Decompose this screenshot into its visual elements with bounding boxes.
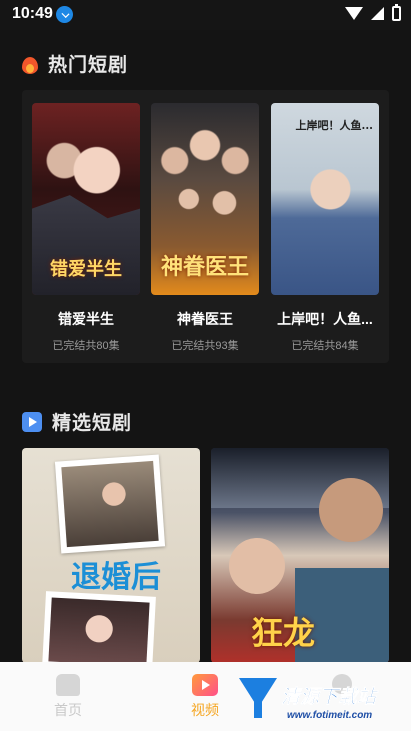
featured-card-kuanglong[interactable]: 狂龙 [211,448,389,663]
video-icon [192,674,218,696]
featured-section-title: 精选短剧 [52,413,133,434]
drama-poster[interactable]: 神眷医王 [151,103,259,295]
site-watermark: 清源下载站 www.fotimeit.com [237,676,387,726]
signal-icon [371,7,384,20]
drama-status: 已完结共80集 [52,340,120,352]
watermark-logo-icon [237,678,279,718]
status-time: 10:49 [12,5,53,22]
drama-status: 已完结共84集 [291,340,359,352]
nav-home-label: 首页 [54,702,82,718]
drama-name: 神眷医王 [177,311,233,327]
featured-section-header: 精选短剧 [22,408,132,435]
hot-section-header: 热门短剧 [22,50,128,77]
poster-title-text: 上岸吧！人鱼... [295,119,374,132]
watermark-text: 清源下载站 [281,687,377,709]
download-notification-icon [56,6,73,23]
drama-status: 已完结共93集 [171,340,239,352]
drama-card-shangan[interactable]: 上岸吧！人鱼... 上岸吧！人鱼... 已完结共84集 [271,103,379,353]
wifi-icon [345,7,363,20]
poster-title-text: 退婚后 [71,560,161,595]
battery-icon [392,4,401,21]
drama-card-cuoai[interactable]: 错爱半生 错爱半生 已完结共80集 [32,103,140,353]
nav-home[interactable]: 首页 [38,674,98,720]
poster-title-text: 狂龙 [251,614,316,652]
hot-dramas-panel: 错爱半生 错爱半生 已完结共80集 神眷医王 神眷医王 已完结共93集 上岸吧！… [22,90,389,363]
nav-video[interactable]: 视频 [175,674,235,720]
fire-icon [22,54,38,74]
watermark-url: www.fotimeit.com [287,710,373,721]
nav-video-label: 视频 [191,702,219,718]
drama-name: 上岸吧！人鱼... [277,311,373,327]
drama-name: 错爱半生 [58,311,114,327]
featured-card-tuihun[interactable]: 退婚后 [22,448,200,663]
poster-title-text: 神眷医王 [160,254,249,280]
hot-section-title: 热门短剧 [48,55,129,76]
home-icon [56,674,80,696]
poster-title-text: 错爱半生 [50,259,122,280]
drama-poster[interactable]: 错爱半生 [32,103,140,295]
poster-photo-frame [54,454,166,554]
status-icons [345,4,401,21]
drama-poster[interactable]: 上岸吧！人鱼... [271,103,379,295]
play-icon [22,411,42,432]
poster-photo-frame [42,591,156,663]
status-bar: 10:49 [0,0,411,30]
drama-card-shenjuan[interactable]: 神眷医王 神眷医王 已完结共93集 [151,103,259,353]
